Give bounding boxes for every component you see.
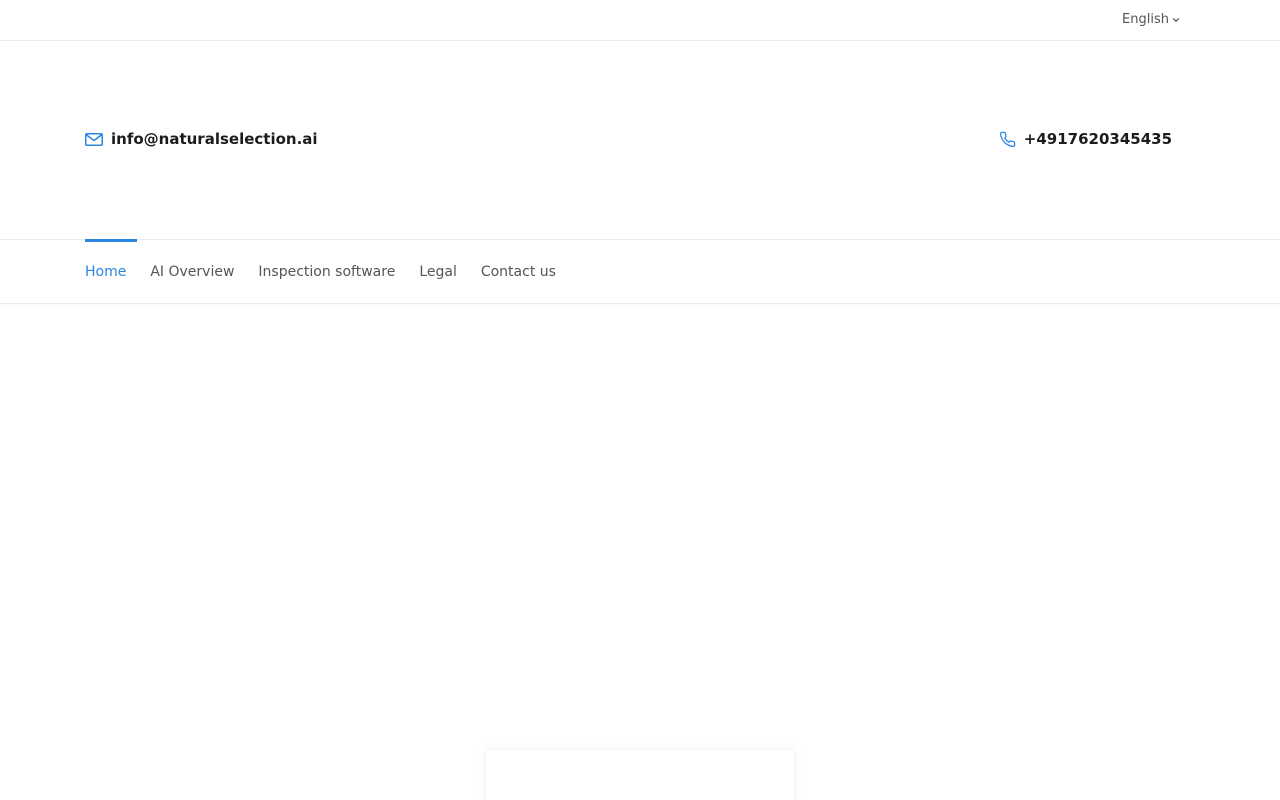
nav-item-ai-overview[interactable]: AI Overview	[150, 240, 234, 304]
email-text: info@naturalselection.ai	[111, 130, 318, 148]
content-card	[486, 750, 794, 800]
language-selector[interactable]: English	[1122, 12, 1180, 27]
phone-text: +4917620345435	[1023, 130, 1172, 148]
nav-items: Home AI Overview Inspection software Leg…	[85, 239, 556, 304]
email-link[interactable]: info@naturalselection.ai	[85, 130, 318, 148]
nav-item-legal[interactable]: Legal	[419, 240, 457, 304]
phone-icon	[999, 131, 1015, 147]
mail-icon	[85, 132, 103, 146]
nav-item-home[interactable]: Home	[85, 239, 138, 304]
top-bar: English	[0, 0, 1280, 41]
page: English info@naturalselection.ai +491762…	[0, 0, 1280, 800]
chevron-down-icon	[1172, 17, 1180, 22]
contact-header: info@naturalselection.ai +4917620345435	[0, 41, 1280, 240]
phone-link[interactable]: +4917620345435	[999, 130, 1172, 148]
nav-item-contact-us[interactable]: Contact us	[481, 240, 556, 304]
nav-item-inspection-software[interactable]: Inspection software	[258, 240, 395, 304]
language-label: English	[1122, 12, 1169, 27]
main-nav: Home AI Overview Inspection software Leg…	[0, 239, 1280, 304]
